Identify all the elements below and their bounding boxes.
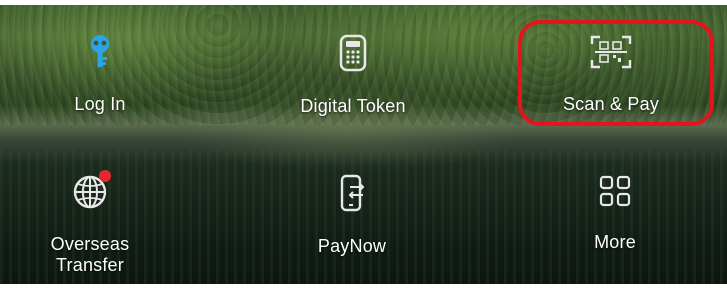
more-label: More: [594, 232, 636, 252]
grid-icon: [599, 175, 631, 207]
token-device-icon: [339, 34, 367, 72]
paynow-label: PayNow: [317, 236, 387, 256]
digital-token-label: Digital Token: [300, 96, 406, 116]
overseas-transfer-button[interactable]: Overseas Transfer: [0, 170, 190, 276]
digital-token-button[interactable]: Digital Token: [253, 34, 453, 117]
more-button[interactable]: More: [515, 174, 715, 253]
login-button[interactable]: Log In: [0, 34, 200, 115]
bottom-edge: [0, 284, 727, 290]
notification-dot: [99, 170, 111, 182]
top-edge: [0, 0, 727, 5]
bank-app-quick-menu: Log In Digital Token Scan & Pay Overseas…: [0, 0, 727, 290]
scan-and-pay-label: Scan & Pay: [562, 94, 660, 114]
overseas-transfer-label: Overseas Transfer: [50, 234, 130, 275]
qr-scan-icon: [590, 35, 632, 69]
key-icon: [91, 35, 109, 67]
scan-and-pay-button[interactable]: Scan & Pay: [511, 34, 711, 115]
phone-transfer-icon: [340, 174, 365, 212]
paynow-button[interactable]: PayNow: [252, 174, 452, 257]
login-label: Log In: [74, 94, 126, 114]
